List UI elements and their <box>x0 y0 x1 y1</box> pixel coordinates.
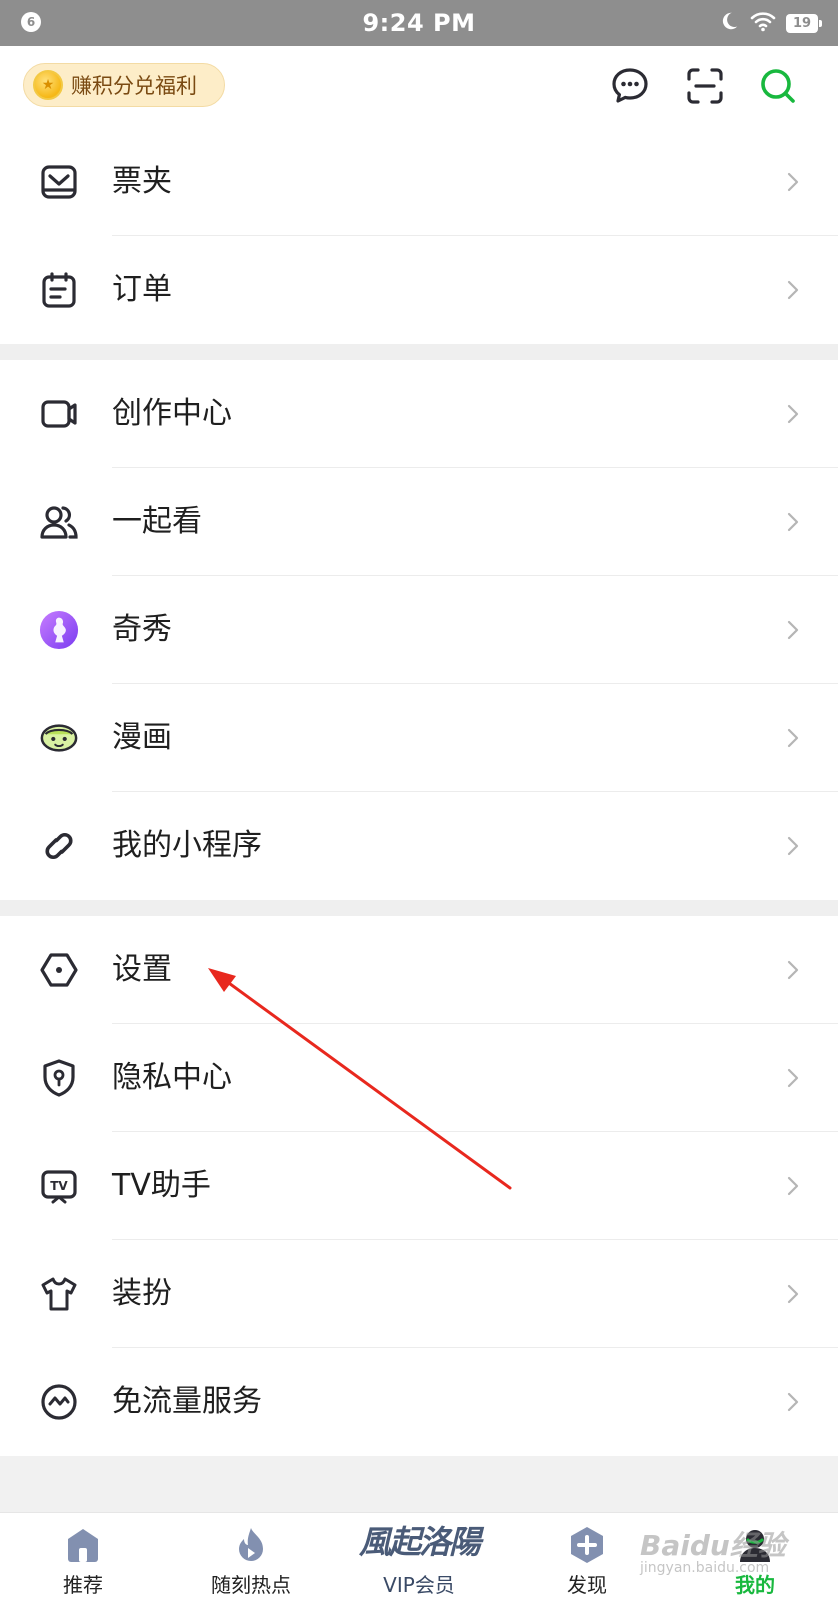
search-icon[interactable] <box>756 64 800 108</box>
status-indicators: 19 <box>718 10 822 36</box>
menu-item-label: 一起看 <box>112 504 202 539</box>
tab-label: 发现 <box>567 1573 607 1597</box>
section-separator <box>0 900 838 916</box>
chevron-right-icon <box>787 172 799 192</box>
tab-hot-topics[interactable]: 随刻热点 <box>191 1513 311 1600</box>
menu-item-ticket-wallet[interactable]: 票夹 <box>0 128 838 236</box>
menu-item-dress-up[interactable]: 装扮 <box>0 1240 838 1348</box>
scan-icon[interactable] <box>683 64 727 108</box>
video-camera-icon <box>39 394 79 434</box>
menu-item-free-data[interactable]: 免流量服务 <box>0 1348 838 1456</box>
menu-item-comics[interactable]: 漫画 <box>0 684 838 792</box>
chevron-right-icon <box>787 1068 799 1088</box>
menu-item-label: 创作中心 <box>112 396 232 431</box>
baidu-watermark-url: jingyan.baidu.com <box>640 1560 770 1576</box>
discover-plus-icon <box>567 1525 607 1565</box>
baidu-watermark: Baidu经验 <box>640 1529 786 1562</box>
chevron-right-icon <box>787 512 799 532</box>
chevron-right-icon <box>787 1284 799 1304</box>
tab-label: VIP会员 <box>383 1573 455 1597</box>
chevron-right-icon <box>787 280 799 300</box>
menu-item-label: 装扮 <box>112 1276 172 1311</box>
tab-label: 推荐 <box>63 1573 103 1597</box>
privacy-shield-icon <box>39 1058 79 1098</box>
vip-logo-icon: 風起洛陽 <box>358 1523 481 1561</box>
menu-item-watch-together[interactable]: 一起看 <box>0 468 838 576</box>
menu-item-label: 票夹 <box>112 164 172 199</box>
chevron-right-icon <box>787 1392 799 1412</box>
menu-item-privacy-center[interactable]: 隐私中心 <box>0 1024 838 1132</box>
moon-icon <box>718 10 740 36</box>
tv-assistant-icon: TV <box>39 1166 79 1206</box>
menu-item-qixiu[interactable]: 奇秀 <box>0 576 838 684</box>
bottom-spacer <box>0 1456 838 1512</box>
order-icon <box>39 270 79 310</box>
chevron-right-icon <box>787 1176 799 1196</box>
status-time: 9:24 PM <box>362 9 476 37</box>
chevron-right-icon <box>787 836 799 856</box>
menu-group-settings: 设置 隐私中心 TV TV助手 装扮 免流量服务 <box>0 916 838 1456</box>
header: ★ 赚积分兑福利 <box>0 46 838 128</box>
free-data-icon <box>39 1382 79 1422</box>
menu-item-label: 订单 <box>112 272 172 307</box>
menu-item-label: 漫画 <box>112 720 172 755</box>
menu-group-tickets: 票夹 订单 <box>0 128 838 344</box>
qixiu-icon <box>39 610 79 650</box>
message-icon[interactable] <box>608 64 652 108</box>
chevron-right-icon <box>787 404 799 424</box>
comic-icon <box>39 718 79 758</box>
wifi-icon <box>750 10 776 36</box>
menu-item-label: 我的小程序 <box>112 828 262 863</box>
home-icon <box>63 1525 103 1565</box>
menu-item-settings[interactable]: 设置 <box>0 916 838 1024</box>
tab-discover[interactable]: 发现 <box>527 1513 647 1600</box>
tab-recommend[interactable]: 推荐 <box>23 1513 143 1600</box>
watch-together-icon <box>39 502 79 542</box>
menu-item-mini-programs[interactable]: 我的小程序 <box>0 792 838 900</box>
tab-vip[interactable]: 風起洛陽 VIP会员 <box>358 1513 481 1600</box>
status-bar: 6 9:24 PM 19 <box>0 0 838 46</box>
mini-program-icon <box>39 826 79 866</box>
menu-group-content: 创作中心 一起看 奇秀 漫画 我的小程序 <box>0 360 838 900</box>
flame-icon <box>231 1525 271 1565</box>
menu-item-tv-assistant[interactable]: TV TV助手 <box>0 1132 838 1240</box>
menu-item-label: 设置 <box>112 952 172 987</box>
battery-indicator: 19 <box>786 13 822 33</box>
tshirt-icon <box>39 1274 79 1314</box>
section-separator <box>0 344 838 360</box>
tab-label: 随刻热点 <box>211 1573 291 1597</box>
chevron-right-icon <box>787 620 799 640</box>
menu-item-creation-center[interactable]: 创作中心 <box>0 360 838 468</box>
menu-item-label: 免流量服务 <box>112 1384 262 1419</box>
coin-star-icon: ★ <box>33 70 63 100</box>
svg-text:TV: TV <box>50 1179 68 1193</box>
ticket-wallet-icon <box>39 162 79 202</box>
menu-item-orders[interactable]: 订单 <box>0 236 838 344</box>
earn-points-label: 赚积分兑福利 <box>71 74 197 98</box>
menu-item-label: 隐私中心 <box>112 1060 232 1095</box>
chevron-right-icon <box>787 728 799 748</box>
chevron-right-icon <box>787 960 799 980</box>
menu-item-label: 奇秀 <box>112 612 172 647</box>
menu-item-label: TV助手 <box>112 1168 211 1203</box>
settings-icon <box>39 950 79 990</box>
earn-points-button[interactable]: ★ 赚积分兑福利 <box>23 63 225 107</box>
